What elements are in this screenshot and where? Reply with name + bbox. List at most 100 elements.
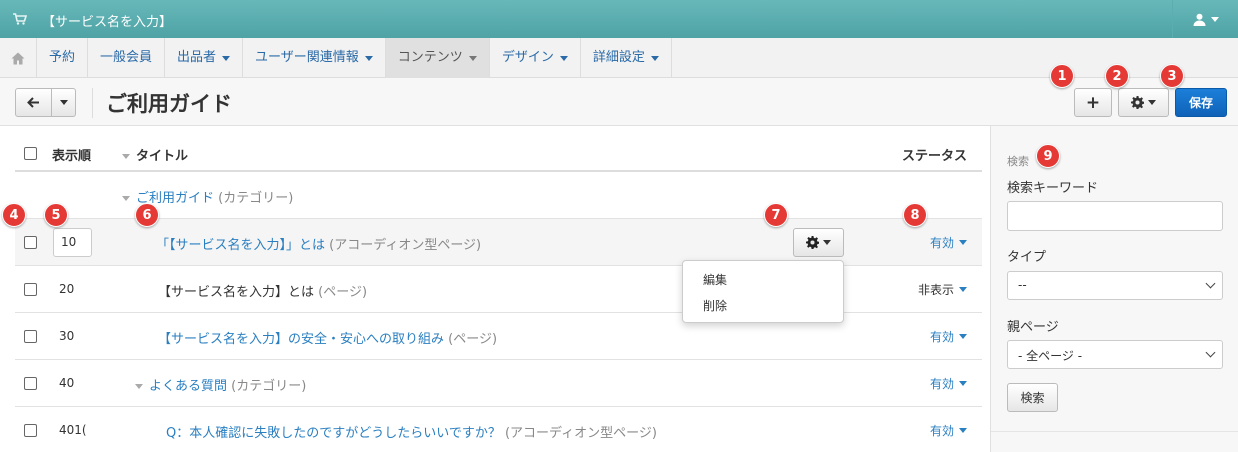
- row-order: 401(: [59, 423, 87, 437]
- back-button[interactable]: [15, 88, 52, 117]
- row-kind: (ページ): [448, 332, 498, 347]
- user-menu[interactable]: [1172, 0, 1238, 38]
- nav-item-contents[interactable]: コンテンツ: [385, 38, 490, 78]
- status-label: 有効: [929, 424, 954, 438]
- chevron-down-icon: [823, 240, 831, 245]
- menu-item-edit[interactable]: 編集: [703, 271, 727, 288]
- gear-icon: [1131, 96, 1144, 109]
- row-checkbox[interactable]: [24, 283, 37, 296]
- row-kind: (アコーディオン型ページ): [329, 238, 482, 253]
- page-header: ご利用ガイド: [0, 78, 1238, 126]
- user-icon: [1193, 13, 1205, 26]
- nav-home[interactable]: [0, 38, 37, 78]
- type-select[interactable]: --: [1007, 271, 1223, 300]
- row-actions-button[interactable]: [793, 228, 844, 257]
- annotation-badge: 2: [1105, 64, 1129, 88]
- parent-page-label: 親ページ: [1007, 320, 1059, 335]
- select-all-checkbox[interactable]: [24, 147, 37, 160]
- nav-item-user-info[interactable]: ユーザー関連情報: [243, 38, 386, 78]
- annotation-badge: 8: [903, 203, 927, 227]
- save-button[interactable]: 保存: [1175, 88, 1227, 117]
- chevron-down-icon: [650, 55, 659, 61]
- add-button[interactable]: +: [1074, 88, 1112, 117]
- column-header-status[interactable]: ステータス: [902, 145, 967, 164]
- collapse-icon[interactable]: [122, 196, 130, 201]
- nav-item-design[interactable]: デザイン: [490, 38, 581, 78]
- row-title-link[interactable]: よくある質問: [149, 379, 227, 394]
- annotation-badge: 5: [44, 203, 68, 227]
- row-checkbox[interactable]: [24, 236, 37, 249]
- row-title: Q：本人確認に失敗したのですがどうしたらいいですか？ (アコーディオン型ページ): [166, 422, 657, 441]
- keyword-input[interactable]: [1007, 201, 1223, 231]
- status-dropdown[interactable]: 非表示: [918, 281, 967, 298]
- row-checkbox[interactable]: [24, 330, 37, 343]
- collapse-icon[interactable]: [135, 384, 143, 389]
- type-select-value: --: [1018, 278, 1027, 292]
- column-header-order[interactable]: 表示順: [52, 145, 91, 164]
- row-title-link[interactable]: 【サービス名を入力】の安全・安心への取り組み: [158, 332, 444, 347]
- status-dropdown[interactable]: 有効: [930, 422, 967, 439]
- row-checkbox[interactable]: [24, 424, 37, 437]
- table-row: 401( Q：本人確認に失敗したのですがどうしたらいいですか？ (アコーディオン…: [15, 407, 982, 452]
- status-label: 有効: [929, 330, 954, 344]
- status-dropdown[interactable]: 有効: [930, 234, 967, 251]
- nav-item-sellers[interactable]: 出品者: [165, 38, 244, 78]
- row-kind: (カテゴリー): [231, 379, 307, 394]
- divider: [92, 88, 93, 118]
- nav-label: 詳細設定: [592, 50, 645, 65]
- nav-item-reservation[interactable]: 予約: [37, 38, 89, 78]
- table-row: 10 「【サービス名を入力】」とは (アコーディオン型ページ) 有効: [15, 219, 982, 266]
- row-title: 【サービス名を入力】の安全・安心への取り組み (ページ): [158, 328, 497, 347]
- nav-label: コンテンツ: [397, 50, 463, 65]
- service-name[interactable]: 【サービス名を入力】: [42, 11, 172, 30]
- top-bar: 【サービス名を入力】: [0, 0, 1238, 38]
- row-checkbox[interactable]: [24, 377, 37, 390]
- row-kind: (ページ): [318, 285, 368, 300]
- row-title-link[interactable]: Q：本人確認に失敗したのですがどうしたらいいですか？: [166, 426, 501, 441]
- status-label: 有効: [929, 377, 954, 391]
- chevron-down-icon: [959, 287, 967, 292]
- row-kind: (カテゴリー): [218, 191, 294, 206]
- status-dropdown[interactable]: 有効: [930, 375, 967, 392]
- chevron-down-icon: [1148, 100, 1156, 105]
- chevron-down-icon: [1205, 278, 1216, 289]
- nav-item-members[interactable]: 一般会員: [88, 38, 166, 78]
- back-button-group: [15, 88, 76, 117]
- parent-page-select[interactable]: - 全ページ -: [1007, 340, 1223, 369]
- parent-page-value: - 全ページ -: [1018, 349, 1083, 363]
- table-row-category: ご利用ガイド (カテゴリー): [15, 172, 982, 219]
- status-label: 非表示: [917, 283, 954, 297]
- chevron-down-icon: [364, 55, 373, 61]
- menu-item-delete[interactable]: 削除: [703, 297, 727, 314]
- chevron-down-icon: [1205, 347, 1216, 358]
- sort-icon: [122, 154, 130, 159]
- status-dropdown[interactable]: 有効: [930, 328, 967, 345]
- search-sidebar: 検索 検索キーワード タイプ -- 親ページ - 全ページ - 検索: [990, 126, 1238, 452]
- annotation-badge: 6: [135, 203, 159, 227]
- back-dropdown-button[interactable]: [52, 88, 76, 117]
- row-title-link[interactable]: 「【サービス名を入力】」とは: [156, 238, 325, 253]
- row-title-text[interactable]: 【サービス名を入力】とは: [158, 285, 314, 300]
- search-button[interactable]: 検索: [1007, 383, 1058, 412]
- annotation-badge: 3: [1160, 64, 1184, 88]
- annotation-badge: 9: [1036, 144, 1060, 168]
- sidebar-title: 検索: [1007, 155, 1029, 168]
- row-actions-menu: 編集 削除: [682, 260, 844, 323]
- home-icon: [11, 52, 25, 64]
- chevron-down-icon: [222, 55, 231, 61]
- settings-dropdown-button[interactable]: [1118, 88, 1169, 117]
- chevron-down-icon: [959, 334, 967, 339]
- row-title: よくある質問 (カテゴリー): [135, 375, 306, 394]
- nav-item-settings[interactable]: 詳細設定: [581, 38, 672, 78]
- column-header-title-label: タイトル: [136, 149, 189, 164]
- row-kind: (アコーディオン型ページ): [504, 426, 657, 441]
- row-order: 40: [59, 376, 75, 390]
- nav-label: 一般会員: [100, 50, 153, 65]
- table-header: 表示順 タイトル ステータス: [15, 126, 982, 172]
- type-label: タイプ: [1007, 250, 1047, 265]
- cart-icon[interactable]: [12, 11, 28, 27]
- chevron-down-icon: [468, 55, 477, 61]
- table-row: 40 よくある質問 (カテゴリー) 有効: [15, 360, 982, 407]
- column-header-title[interactable]: タイトル: [122, 145, 188, 164]
- order-input[interactable]: 10: [53, 228, 92, 257]
